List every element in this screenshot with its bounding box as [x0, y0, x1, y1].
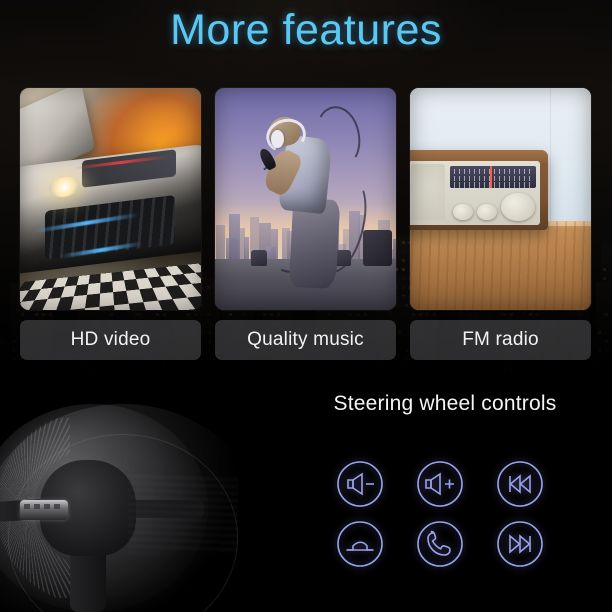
- steering-wheel-image: [0, 398, 238, 612]
- feature-label-quality-music[interactable]: Quality music: [215, 320, 396, 360]
- section-fade: [0, 360, 612, 384]
- feature-label-hd-video[interactable]: HD video: [20, 320, 201, 360]
- wheel-chrome-buttons: [20, 500, 68, 520]
- volume-up-icon[interactable]: [414, 458, 466, 510]
- volume-down-icon[interactable]: [334, 458, 386, 510]
- fm-radio-image: [410, 88, 591, 310]
- feature-card-hd-video[interactable]: [20, 88, 201, 310]
- answer-call-icon[interactable]: [414, 518, 466, 570]
- previous-track-icon[interactable]: [494, 458, 546, 510]
- feature-label-fm-radio[interactable]: FM radio: [410, 320, 591, 360]
- promo-banner: More features HD video Quality music FM …: [0, 0, 612, 612]
- feature-label-list: HD video Quality music FM radio: [20, 320, 592, 360]
- steering-control-icon-grid: [330, 458, 580, 588]
- feature-card-fm-radio[interactable]: [410, 88, 591, 310]
- feature-card-list: [20, 88, 592, 310]
- end-call-icon[interactable]: [334, 518, 386, 570]
- singer-image: [215, 88, 396, 310]
- steering-controls-title: Steering wheel controls: [333, 392, 557, 415]
- racing-car-image: [20, 88, 201, 310]
- feature-card-quality-music[interactable]: [215, 88, 396, 310]
- page-title: More features: [170, 6, 442, 54]
- next-track-icon[interactable]: [494, 518, 546, 570]
